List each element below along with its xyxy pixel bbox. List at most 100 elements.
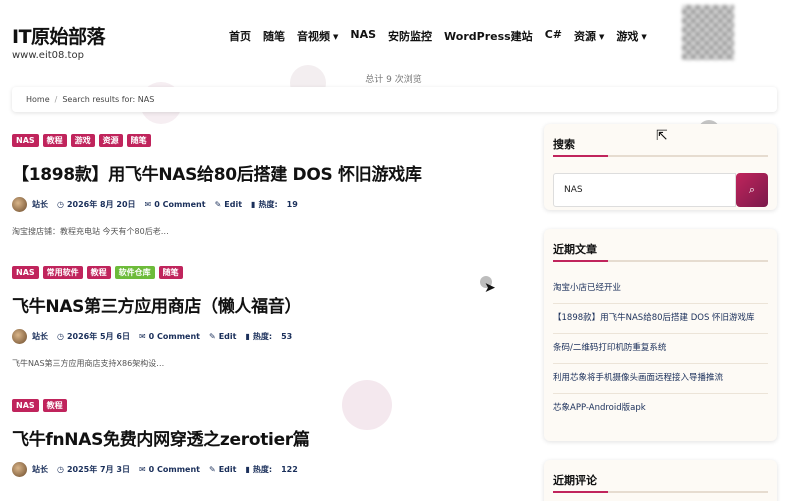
post-tag[interactable]: 随笔 (158, 266, 183, 279)
post-card: NAS 常用软件 教程 软件仓库 随笔飞牛NAS第三方应用商店（懒人福音） 站长 ◷ 2026… (12, 266, 522, 369)
recent-post-link[interactable]: 【1898款】用飞牛NAS给80后搭建 DOS 怀旧游戏库 (553, 304, 768, 334)
post-tag[interactable]: NAS (12, 399, 39, 412)
recent-comments-widget: 近期评论 (544, 460, 777, 501)
hot-value: 122 (281, 465, 298, 474)
main-nav: 首页 随笔 音视频 ▼ NAS 安防监控 WordPress建站 C# 资源 ▼ 游戏 ▼ (229, 28, 647, 44)
post-tags: NAS 常用软件 教程 软件仓库 随笔 (12, 266, 522, 279)
post-tag[interactable]: 教程 (42, 399, 67, 412)
comment-icon: ✉ (138, 465, 146, 474)
search-input[interactable]: NAS (553, 173, 736, 207)
site-header: IT原始部落 www.eit08.top 首页 随笔 音视频 ▼ NAS 安防监控 Word… (0, 0, 787, 70)
edit-icon: ✎ (214, 200, 222, 209)
recent-post-link[interactable]: 利用芯象将手机摄像头画面远程接入导播推流 (553, 364, 768, 394)
nav-item-label: 安防监控 (388, 30, 433, 43)
post-tag[interactable]: NAS (12, 266, 39, 279)
post-edit[interactable]: ✎ Edit (209, 465, 236, 474)
post-comments[interactable]: ✉ 0 Comment (139, 465, 200, 474)
clock-icon: ◷ (57, 332, 64, 341)
post-comments[interactable]: ✉ 0 Comment (145, 200, 206, 209)
nav-item[interactable]: NAS (350, 28, 376, 44)
chevron-down-icon: ▼ (641, 33, 647, 41)
search-button[interactable]: ⌕ (736, 173, 768, 207)
nav-item-label: 资源 (573, 30, 596, 43)
post-author[interactable]: 站长 (32, 331, 48, 342)
breadcrumb-home-link[interactable]: Home (26, 95, 50, 104)
pointer-cursor-icon: ➤ (484, 280, 496, 296)
recent-post-link[interactable]: 淘宝小店已经开业 (553, 274, 768, 304)
author-name: 站长 (32, 200, 48, 209)
search-form: NAS ⌕ (553, 173, 768, 207)
post-edit[interactable]: ✎ Edit (215, 200, 242, 209)
nav-item[interactable]: 安防监控 (388, 28, 432, 44)
hot-label: 热度: (252, 332, 273, 341)
date-text: 2025年 7月 3日 (66, 465, 130, 474)
post-author[interactable]: 站长 (32, 199, 48, 210)
clock-icon: ◷ (57, 465, 64, 474)
post-tag[interactable]: 游戏 (70, 134, 95, 147)
clock-icon: ◷ (57, 200, 64, 209)
nav-item[interactable]: WordPress建站 (444, 28, 533, 44)
site-title[interactable]: IT原始部落 (12, 22, 106, 49)
chevron-down-icon: ▼ (333, 33, 339, 41)
date-text: 2026年 8月 20日 (66, 200, 136, 209)
post-tag[interactable]: NAS (12, 134, 39, 147)
comments-text: 0 Comment (148, 465, 200, 474)
post-tag[interactable]: 随笔 (126, 134, 151, 147)
post-excerpt: 飞牛NAS第三方应用商店支持X86架构设… (12, 359, 165, 368)
view-count: 总计 9 次浏览 (365, 75, 422, 85)
post-edit[interactable]: ✎ Edit (209, 332, 236, 341)
bar-chart-icon: ▮ (251, 200, 256, 209)
post-tag[interactable]: 常用软件 (42, 266, 83, 279)
recent-post-link[interactable]: 芯象APP-Android版apk (553, 394, 768, 423)
hot-value: 19 (286, 200, 298, 209)
hot-value: 53 (281, 332, 293, 341)
nav-item-label: 音视频 (297, 30, 330, 43)
post-tag[interactable]: 教程 (86, 266, 111, 279)
nav-item-label: WordPress建站 (444, 30, 533, 43)
nav-item-label: 随笔 (263, 30, 285, 43)
post-tag[interactable]: 教程 (42, 134, 67, 147)
chevron-down-icon: ▼ (598, 33, 605, 41)
edit-icon: ✎ (209, 332, 216, 341)
post-comments[interactable]: ✉ 0 Comment (139, 332, 200, 341)
post-hot: ▮ 热度: 53 (245, 331, 292, 342)
nav-item[interactable]: 资源 ▼ (574, 28, 604, 44)
post-excerpt: 淘宝搜店铺：教程充电站 今天有个80后老… (12, 227, 169, 236)
recent-posts-list: 淘宝小店已经开业 【1898款】用飞牛NAS给80后搭建 DOS 怀旧游戏库 条码/… (544, 266, 777, 429)
search-icon: ⌕ (748, 183, 756, 196)
post-meta: 站长 ◷ 2025年 7月 3日 ✉ 0 Comment ✎ Edit ▮ 热度: 122 (12, 462, 522, 477)
nav-item-label: 游戏 (616, 30, 639, 43)
nav-item[interactable]: 游戏 ▼ (616, 28, 646, 44)
post-card: NAS 教程飞牛fnNAS免费内网穿透之zerotier篇站长 ◷ 2025年 7月 … (12, 399, 522, 477)
breadcrumb-separator: / (54, 95, 58, 104)
post-tags: NAS 教程 (12, 399, 522, 412)
comment-icon: ✉ (144, 200, 152, 209)
nav-item[interactable]: 音视频 ▼ (297, 28, 338, 44)
avatar (12, 462, 27, 477)
edit-text: Edit (218, 332, 237, 341)
post-hot: ▮ 热度: 19 (251, 199, 298, 210)
post-title[interactable]: 【1898款】用飞牛NAS给80后搭建 DOS 怀旧游戏库 (12, 160, 522, 185)
nav-item-label: NAS (350, 28, 377, 41)
post-title[interactable]: 飞牛fnNAS免费内网穿透之zerotier篇 (12, 425, 522, 450)
post-meta: 站长 ◷ 2026年 5月 6日 ✉ 0 Comment ✎ Edit ▮ 热度: 53 (12, 329, 522, 344)
post-tag[interactable]: 软件仓库 (114, 266, 155, 279)
author-name: 站长 (32, 465, 48, 474)
edit-text: Edit (224, 200, 243, 209)
nav-item[interactable]: C# (545, 28, 562, 44)
nav-item-label: 首页 (229, 30, 251, 43)
nav-item-label: C# (544, 28, 562, 41)
hot-label: 热度: (252, 465, 273, 474)
post-date: ◷ 2026年 5月 6日 (57, 331, 130, 342)
site-url: www.eit08.top (12, 50, 84, 61)
avatar (12, 329, 27, 344)
edit-icon: ✎ (209, 465, 216, 474)
post-card: NAS 教程 游戏 资源 随笔【1898款】用飞牛NAS给80后搭建 DOS 怀旧游戏库… (12, 134, 522, 237)
nav-item[interactable]: 首页 (229, 28, 251, 44)
nav-item[interactable]: 随笔 (263, 28, 285, 44)
post-title[interactable]: 飞牛NAS第三方应用商店（懒人福音） (12, 292, 522, 317)
post-author[interactable]: 站长 (32, 464, 48, 475)
post-date: ◷ 2025年 7月 3日 (57, 464, 130, 475)
post-tag[interactable]: 资源 (98, 134, 123, 147)
recent-post-link[interactable]: 条码/二维码打印机防重复系统 (553, 334, 768, 364)
